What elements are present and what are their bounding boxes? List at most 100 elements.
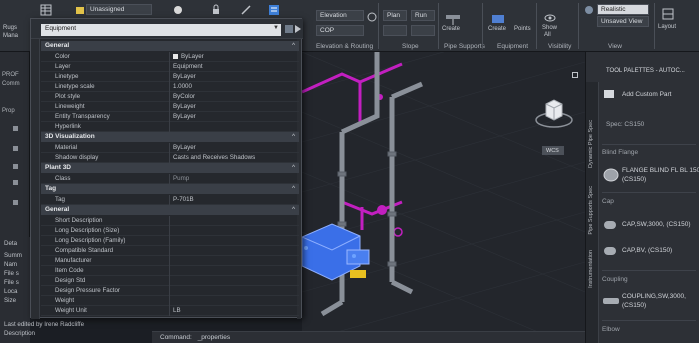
property-value[interactable]: ByLayer — [173, 72, 196, 82]
blind-flange-icon[interactable] — [602, 168, 620, 182]
restore-viewport-icon[interactable] — [572, 72, 578, 78]
property-section-header[interactable]: Plant 3D ^ — [41, 163, 299, 173]
visual-style-icon[interactable] — [583, 4, 595, 16]
layout-button[interactable]: Layout — [658, 24, 676, 30]
property-row[interactable]: Item Code — [41, 266, 299, 276]
tool-cap-bv[interactable]: CAP,BV, (CS150) — [622, 246, 672, 255]
property-row[interactable]: Linetype scale 1.0000 — [41, 82, 299, 92]
equipment-create-icon[interactable] — [490, 12, 506, 26]
property-row[interactable]: Class Pump — [41, 174, 299, 184]
property-value[interactable]: Equipment — [173, 62, 203, 72]
elevation-combo[interactable]: Elevation — [316, 10, 364, 21]
property-row[interactable]: Weight — [41, 296, 299, 306]
property-section-header[interactable]: 3D Visualization ^ — [41, 132, 299, 142]
property-row[interactable]: Layer Equipment — [41, 62, 299, 72]
tool-flange-blind-spec[interactable]: (CS150) — [622, 175, 646, 184]
layer-match-icon[interactable] — [240, 4, 252, 16]
tool-flange-blind[interactable]: FLANGE BLIND FL BL 150 — [622, 166, 699, 175]
property-value[interactable]: Pump — [173, 174, 189, 184]
wcs-label[interactable]: WCS — [542, 146, 564, 155]
collapse-icon[interactable]: ^ — [292, 41, 295, 51]
property-row[interactable]: Hyperlink — [41, 122, 299, 132]
property-value[interactable]: 1.0000 — [173, 82, 192, 92]
collapse-icon[interactable]: ^ — [292, 163, 295, 173]
property-row[interactable]: Design Std — [41, 276, 299, 286]
property-row[interactable]: Long Description (Family) — [41, 236, 299, 246]
layer-combo[interactable]: Unassigned — [86, 4, 152, 15]
property-value[interactable]: ByLayer — [173, 143, 196, 153]
property-value[interactable]: ByLayer — [173, 112, 196, 122]
property-row[interactable]: Compatible Standard — [41, 246, 299, 256]
pipe-support-icon[interactable] — [444, 12, 462, 26]
tab-pipe-supports-spec[interactable]: Pipe Supports Spec — [588, 186, 598, 235]
named-view-combo[interactable]: Unsaved View — [597, 16, 649, 27]
viewcube[interactable] — [534, 92, 574, 138]
property-row[interactable]: Manufacturer — [41, 256, 299, 266]
tool-coupling-sw[interactable]: COUPLING,SW,3000, — [622, 292, 686, 301]
coupling-icon[interactable] — [602, 294, 620, 308]
visual-style-combo[interactable]: Realistic — [597, 4, 649, 15]
slope-combo-a[interactable] — [383, 25, 407, 36]
palette-side-bar[interactable] — [31, 39, 40, 319]
points-button[interactable]: Points — [514, 26, 531, 32]
command-text[interactable]: _properties — [198, 334, 231, 341]
property-value[interactable]: Casts and Receives Shadows — [173, 153, 255, 163]
tree-node-icon[interactable] — [13, 164, 18, 169]
property-row[interactable]: Design Pressure Factor — [41, 286, 299, 296]
object-type-selector[interactable]: Equipment ▼ — [41, 24, 281, 36]
layer-color-icon[interactable] — [172, 4, 184, 16]
ribbon-top-left-label-1[interactable]: Rugs — [3, 25, 17, 31]
create-equipment-button[interactable]: Create — [488, 26, 506, 32]
select-objects-icon[interactable] — [295, 25, 301, 33]
create-support-button[interactable]: Create — [442, 26, 460, 32]
collapse-icon[interactable]: ^ — [292, 184, 295, 194]
property-row[interactable]: Linetype ByLayer — [41, 72, 299, 82]
add-custom-part[interactable]: Add Custom Part — [622, 90, 672, 99]
property-value[interactable]: ByLayer — [173, 102, 196, 112]
property-row[interactable]: Shadow display Casts and Receives Shadows — [41, 153, 299, 163]
run-button[interactable]: Run — [411, 10, 435, 21]
property-row[interactable]: Color ByLayer — [41, 52, 299, 62]
drawing-viewport[interactable]: WCS — [302, 52, 585, 333]
command-line[interactable]: Command: _properties — [152, 331, 585, 343]
tool-cap-sw[interactable]: CAP,SW,3000, (CS150) — [622, 220, 691, 229]
properties-icon[interactable] — [268, 4, 280, 16]
property-row[interactable]: Weight Unit LB — [41, 306, 299, 316]
property-value[interactable]: LB — [173, 306, 181, 316]
tab-instrumentation[interactable]: Instrumentation — [588, 250, 598, 288]
property-row[interactable]: Plot style ByColor — [41, 92, 299, 102]
property-row[interactable]: Lineweight ByLayer — [41, 102, 299, 112]
toggle-pickadd-icon[interactable] — [285, 25, 293, 33]
ribbon-top-left-label-2[interactable]: Mana — [3, 33, 18, 39]
property-value[interactable]: P-701B — [173, 195, 194, 205]
tool-coupling-sw-spec[interactable]: (CS150) — [622, 301, 646, 310]
routing-icon[interactable] — [366, 11, 378, 23]
cop-combo[interactable]: COP — [316, 25, 364, 36]
slope-combo-b[interactable] — [411, 25, 435, 36]
collapse-icon[interactable]: ^ — [292, 205, 295, 215]
property-row[interactable]: Short Description — [41, 216, 299, 226]
tree-node-icon[interactable] — [13, 180, 18, 185]
layer-lock-icon[interactable] — [210, 4, 222, 16]
grid-icon[interactable] — [40, 4, 52, 16]
commands-label[interactable]: Comm — [2, 81, 20, 87]
plan-button[interactable]: Plan — [383, 10, 407, 21]
property-row[interactable]: Entity Transparency ByLayer — [41, 112, 299, 122]
tab-dynamic-pipe-spec[interactable]: Dynamic Pipe Spec — [588, 120, 598, 168]
property-value[interactable]: ByLayer — [173, 52, 204, 62]
property-row[interactable]: Tag P-701B — [41, 195, 299, 205]
property-row[interactable]: Material ByLayer — [41, 143, 299, 153]
cap-icon[interactable] — [602, 218, 620, 232]
add-part-icon[interactable] — [602, 88, 616, 100]
show-all-icon[interactable] — [544, 12, 556, 24]
layer-state-icon[interactable] — [74, 4, 86, 16]
project-manager-label[interactable]: PROF — [2, 72, 19, 78]
collapse-icon[interactable]: ^ — [292, 132, 295, 142]
tree-node-icon[interactable] — [13, 200, 18, 205]
property-section-header[interactable]: Tag ^ — [41, 184, 299, 194]
property-section-header[interactable]: General ^ — [41, 205, 299, 215]
cap-icon[interactable] — [602, 244, 620, 258]
tree-node-icon[interactable] — [13, 126, 18, 131]
property-section-header[interactable]: General ^ — [41, 41, 299, 51]
property-row[interactable]: Long Description (Size) — [41, 226, 299, 236]
